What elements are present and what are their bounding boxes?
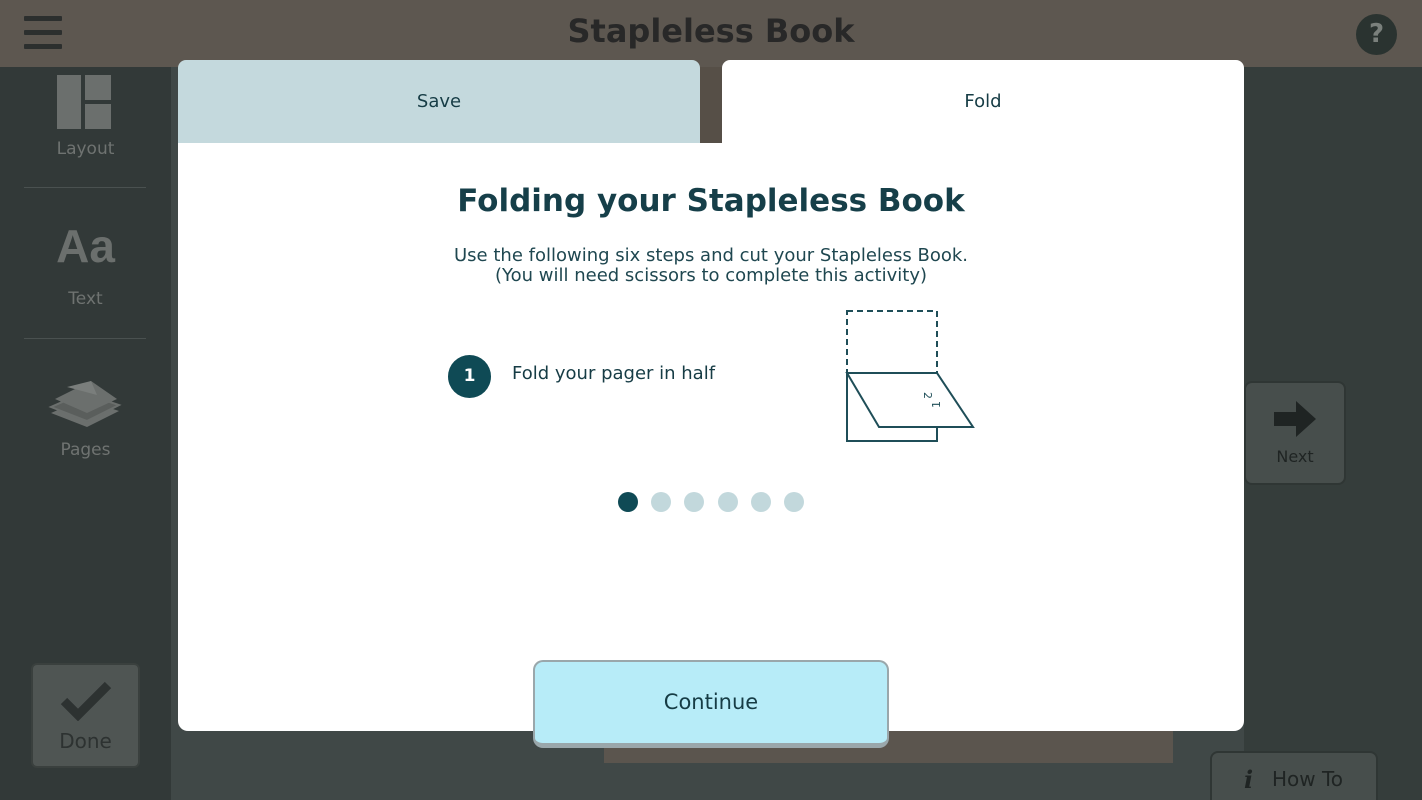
continue-button[interactable]: Continue (533, 660, 889, 748)
pagination-dot[interactable] (684, 492, 704, 512)
arrow-right-icon (1274, 401, 1316, 437)
tab-fold[interactable]: Fold (722, 60, 1244, 144)
text-aa-icon: Aa (56, 220, 115, 272)
pagination-dot[interactable] (651, 492, 671, 512)
fold-dialog: Save Fold Folding your Stapleless Book U… (178, 60, 1244, 748)
sidebar-divider (24, 338, 146, 339)
sidebar-item-label: Layout (56, 139, 115, 159)
svg-text:1: 1 (930, 401, 943, 408)
next-label: Next (1276, 447, 1314, 466)
done-label: Done (59, 729, 112, 753)
step-number-badge: 1 (448, 355, 491, 398)
next-button[interactable]: Next (1244, 381, 1346, 485)
done-button[interactable]: Done (31, 663, 140, 768)
pagination-dot[interactable] (718, 492, 738, 512)
sidebar-item-label: Pages (60, 440, 111, 460)
step-pagination (618, 492, 808, 512)
step-instruction: Fold your pager in half (512, 363, 716, 384)
info-icon: i (1244, 765, 1254, 794)
pages-stack-icon (48, 381, 122, 427)
description-line: (You will need scissors to complete this… (495, 265, 927, 286)
pagination-dot[interactable] (751, 492, 771, 512)
top-bar: Stapleless Book ? (0, 0, 1422, 67)
dialog-title: Folding your Stapleless Book (457, 183, 965, 219)
sidebar-item-text[interactable]: Aa Text (0, 219, 171, 309)
dialog-description: Use the following six steps and cut your… (178, 246, 1244, 286)
tab-save[interactable]: Save (178, 60, 700, 144)
how-to-button[interactable]: i How To (1210, 751, 1378, 800)
fold-illustration: 2 1 (845, 310, 975, 442)
pagination-dot-active[interactable] (618, 492, 638, 512)
help-button[interactable]: ? (1356, 14, 1397, 55)
dialog-body: Folding your Stapleless Book Use the fol… (178, 143, 1244, 748)
sidebar-divider (24, 187, 146, 188)
layout-icon (57, 75, 111, 129)
svg-text:2: 2 (921, 392, 934, 399)
description-line: Use the following six steps and cut your… (454, 245, 968, 266)
checkmark-icon (60, 681, 112, 721)
app-title: Stapleless Book (567, 12, 855, 50)
sidebar-item-layout[interactable]: Layout (0, 67, 171, 187)
sidebar-item-label: Text (68, 289, 103, 309)
how-to-label: How To (1272, 767, 1344, 791)
pagination-dot[interactable] (784, 492, 804, 512)
sidebar-item-pages[interactable]: Pages (0, 372, 171, 467)
